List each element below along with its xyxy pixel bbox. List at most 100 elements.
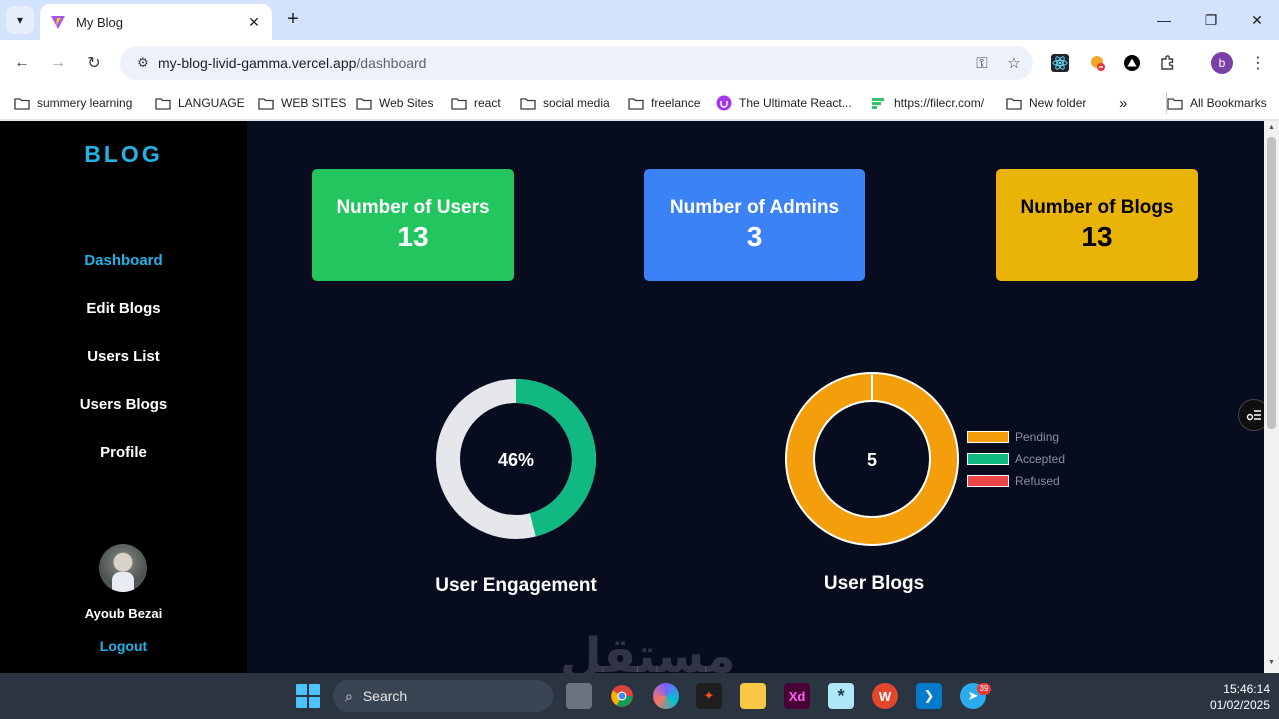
clock-time: 15:46:14 — [1223, 682, 1270, 696]
more-bookmarks-button[interactable]: » — [1119, 92, 1127, 114]
vercel-extension-icon[interactable] — [1121, 52, 1143, 74]
system-clock[interactable]: 15:46:14 01/02/2025 — [1180, 681, 1270, 713]
site-info-icon[interactable]: ⚙ — [128, 55, 158, 71]
scroll-up-icon[interactable]: ▲ — [1267, 124, 1276, 131]
legend-swatch — [967, 475, 1009, 487]
password-key-icon[interactable]: ⚿ — [969, 50, 995, 76]
folder-icon — [258, 97, 274, 110]
address-bar[interactable]: ⚙ my-blog-livid-gamma.vercel.app/dashboa… — [120, 46, 1033, 80]
udemy-icon — [716, 95, 732, 111]
scroll-down-icon[interactable]: ▼ — [1267, 659, 1276, 666]
restore-button[interactable]: ❐ — [1188, 0, 1234, 40]
stat-label: Number of Users — [336, 197, 490, 218]
stat-label: Number of Admins — [669, 197, 840, 218]
react-devtools-icon[interactable] — [1049, 52, 1071, 74]
url-text[interactable]: my-blog-livid-gamma.vercel.app/dashboard — [158, 55, 969, 71]
stat-value: 13 — [1081, 221, 1113, 252]
stat-value: 13 — [397, 221, 429, 252]
legend-label: Refused — [1015, 474, 1060, 488]
folder-icon — [155, 97, 171, 110]
new-tab-button[interactable]: + — [282, 8, 304, 30]
back-button[interactable]: ← — [8, 49, 36, 77]
folder-icon — [628, 97, 644, 110]
browser-menu-icon[interactable]: ⋮ — [1247, 52, 1269, 74]
telegram-badge: 39 — [977, 683, 991, 695]
bookmark-label: summery learning — [37, 96, 133, 110]
folder-icon — [356, 97, 372, 110]
vite-favicon-icon — [51, 16, 65, 29]
bookmark-item[interactable]: freelance — [628, 92, 700, 114]
legend-swatch — [967, 453, 1009, 465]
all-bookmarks-button[interactable]: All Bookmarks — [1166, 92, 1267, 114]
legend-item-pending[interactable]: Pending — [967, 426, 1065, 448]
bookmark-item[interactable]: Web Sites — [356, 92, 433, 114]
file-app-icon[interactable] — [566, 683, 592, 709]
bookmark-item[interactable]: summery learning — [14, 92, 132, 114]
tab-search-button[interactable]: ▾ — [6, 6, 34, 34]
bookmark-item[interactable]: New folder — [1006, 92, 1086, 114]
minimize-button[interactable]: — — [1141, 0, 1187, 40]
sidebar: BLOG Dashboard Edit Blogs Users List Use… — [0, 121, 247, 673]
bookmark-star-icon[interactable]: ☆ — [1001, 50, 1027, 76]
engagement-donut-chart: 46% — [436, 379, 596, 539]
browser-toolbar: ← → ↻ ⚙ my-blog-livid-gamma.vercel.app/d… — [0, 40, 1279, 86]
figma-icon[interactable]: ✦ — [696, 683, 722, 709]
chrome-icon[interactable] — [609, 683, 635, 709]
nav-users-blogs[interactable]: Users Blogs — [0, 396, 247, 413]
nav-profile[interactable]: Profile — [0, 444, 247, 461]
bookmark-item[interactable]: WEB SITES — [258, 92, 346, 114]
folder-icon — [1167, 97, 1183, 110]
bookmark-label: LANGUAGE — [178, 96, 245, 110]
page-scrollbar[interactable]: ▲ ▼ — [1264, 121, 1279, 673]
legend-label: Pending — [1015, 430, 1060, 444]
reload-button[interactable]: ↻ — [80, 49, 108, 77]
adobe-xd-icon[interactable]: Xd — [784, 683, 810, 709]
taskbar-search[interactable]: ⌕ Search — [333, 680, 553, 712]
user-name: Ayoub Bezai — [84, 606, 163, 621]
close-window-button[interactable]: ✕ — [1234, 0, 1279, 40]
browser-tab-strip: ▾ My Blog ✕ + — ❐ ✕ — [0, 0, 1279, 40]
bookmark-label: Web Sites — [379, 96, 434, 110]
nav-edit-blogs[interactable]: Edit Blogs — [0, 300, 247, 317]
bookmark-item[interactable]: react — [451, 92, 501, 114]
asterisk-app-icon[interactable]: * — [828, 683, 854, 709]
profile-avatar[interactable]: b — [1211, 52, 1233, 74]
scroll-thumb[interactable] — [1267, 137, 1276, 429]
canva-icon[interactable] — [653, 683, 679, 709]
blogs-chart-title: User Blogs — [823, 573, 925, 594]
blogs-center-label: 5 — [867, 450, 877, 470]
bookmark-item[interactable]: social media — [520, 92, 610, 114]
bookmark-item[interactable]: The Ultimate React... — [716, 92, 852, 114]
extensions-puzzle-icon[interactable] — [1157, 52, 1179, 74]
logout-link[interactable]: Logout — [0, 638, 247, 654]
bookmark-item[interactable]: LANGUAGE — [155, 92, 245, 114]
extension-ghost-icon[interactable] — [1086, 52, 1108, 74]
legend-item-refused[interactable]: Refused — [967, 470, 1065, 492]
bookmark-label: WEB SITES — [281, 96, 347, 110]
logo[interactable]: BLOG — [0, 141, 247, 168]
page-viewport: BLOG Dashboard Edit Blogs Users List Use… — [0, 121, 1279, 673]
settings-list-icon — [1246, 410, 1261, 421]
tab-close-icon[interactable]: ✕ — [244, 12, 264, 32]
nav-dashboard[interactable]: Dashboard — [0, 252, 247, 269]
bookmark-item[interactable]: https://filecr.com/ — [871, 92, 984, 114]
wps-office-icon[interactable]: W — [872, 683, 898, 709]
legend-item-accepted[interactable]: Accepted — [967, 448, 1065, 470]
filecr-icon — [872, 97, 884, 109]
file-explorer-icon[interactable] — [740, 683, 766, 709]
blogs-legend: Pending Accepted Refused — [967, 426, 1065, 492]
avatar[interactable] — [99, 544, 147, 592]
url-path: /dashboard — [356, 55, 427, 71]
browser-tab[interactable]: My Blog ✕ — [40, 4, 272, 40]
vscode-icon[interactable]: ❯ — [916, 683, 942, 709]
bookmark-label: All Bookmarks — [1190, 96, 1267, 110]
bookmark-label: The Ultimate React... — [739, 96, 852, 110]
engagement-chart-title: User Engagement — [435, 575, 597, 596]
bookmark-label: https://filecr.com/ — [894, 96, 985, 110]
start-button[interactable] — [296, 684, 320, 708]
folder-icon — [520, 97, 536, 110]
legend-swatch — [967, 431, 1009, 443]
forward-button[interactable]: → — [44, 49, 72, 77]
bookmarks-bar: summery learning LANGUAGE WEB SITES Web … — [0, 86, 1279, 120]
nav-users-list[interactable]: Users List — [0, 348, 247, 365]
